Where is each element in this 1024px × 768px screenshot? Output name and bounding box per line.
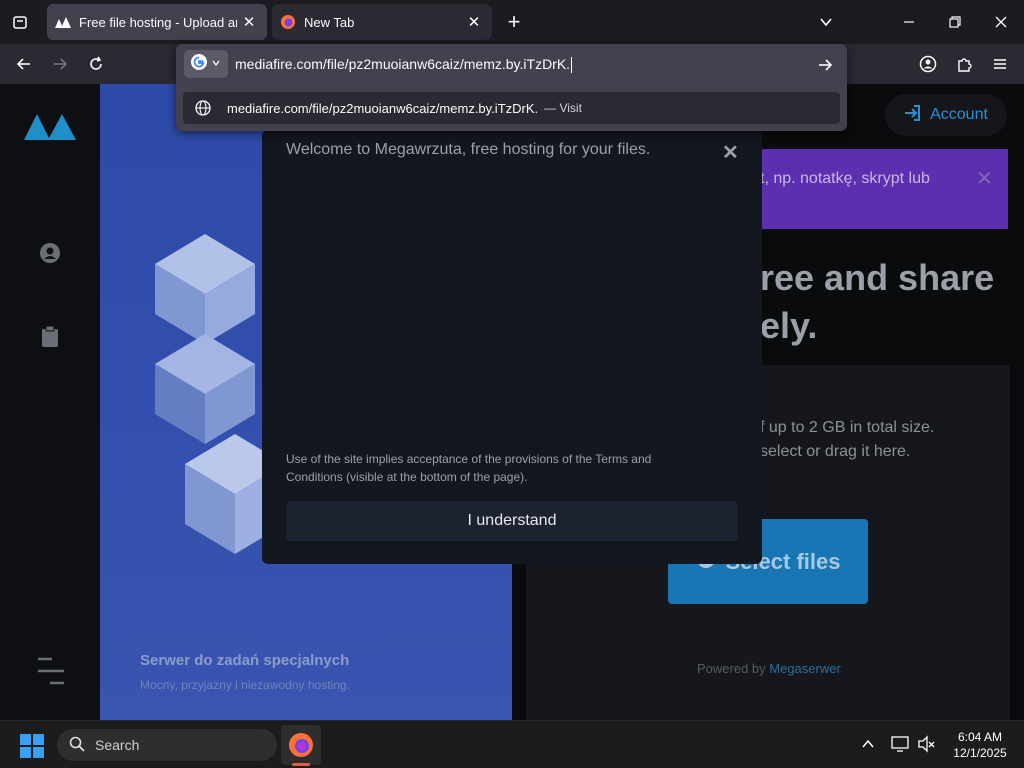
url-suggestion-row[interactable]: mediafire.com/file/pz2muoianw6caiz/memz.… [183,92,840,124]
side-navigation [0,84,100,720]
banner-text: t, np. notatkę, skrypt lub [760,170,930,187]
volume-muted-icon[interactable] [917,735,935,758]
login-icon [904,104,921,126]
i-understand-button[interactable]: I understand [286,501,738,541]
reload-icon[interactable] [80,48,112,80]
tab-title: Free file hosting - Upload and s [79,14,237,30]
search-icon [69,736,85,755]
browser-titlebar: Free file hosting - Upload and s ✕ New T… [0,0,1024,44]
search-engine-button[interactable] [184,50,228,78]
clipboard-icon[interactable] [41,325,59,353]
welcome-modal: Welcome to Megawrzuta, free hosting for … [262,130,762,564]
new-tab-button[interactable]: + [498,6,530,38]
chevron-up-icon[interactable] [861,737,875,756]
modal-terms-text: Use of the site implies acceptance of th… [286,452,652,484]
headline-line-2: ely. [760,305,818,346]
menu-icon[interactable] [984,48,1016,80]
menu-lines-icon[interactable] [36,656,66,691]
upload-instructions: f up to 2 GB in total size. select or dr… [760,416,934,464]
clock-time: 6:04 AM [957,730,1003,744]
chevron-down-icon [211,55,221,73]
megawrzuta-logo-icon[interactable] [24,112,78,145]
go-arrow-icon[interactable] [812,52,838,78]
system-clock[interactable]: 6:04 AM 12/1/2025 [940,729,1020,761]
windows-start-icon[interactable] [20,734,44,763]
user-icon[interactable] [40,243,60,268]
modal-close-icon[interactable]: ✕ [722,140,739,165]
panel-title: Serwer do zadań specjalnych [140,652,350,669]
megawrzuta-favicon [55,14,71,30]
hero-headline: ree and share ely. [760,254,994,350]
extensions-icon[interactable] [948,48,980,80]
megaserwer-link[interactable]: Megaserwer [769,661,841,676]
restore-button[interactable] [939,6,971,38]
tab-list-icon[interactable] [4,6,36,38]
web-page: Serwer do zadań specjalnych Mocny, przyj… [0,84,1024,720]
globe-icon [195,100,211,116]
powered-by: Powered by Megaserwer [697,661,841,676]
active-app-indicator [292,763,310,766]
headline-line-1: ree and share [760,257,995,298]
search-label: Search [95,737,140,753]
tab-free-file-hosting[interactable]: Free file hosting - Upload and s ✕ [47,4,267,40]
close-window-button[interactable] [985,6,1017,38]
chevron-down-icon[interactable] [810,6,842,38]
tab-title: New Tab [304,14,355,30]
forward-icon[interactable] [44,48,76,80]
firefox-taskbar-icon[interactable] [281,725,321,765]
minimize-button[interactable] [893,6,925,38]
info-banner [740,149,1008,229]
windows-taskbar: Search 6:04 AM 12/1/2025 [0,720,1024,768]
account-icon[interactable] [912,48,944,80]
google-icon [191,53,207,75]
address-bar-dropdown: mediafire.com/file/pz2muoianw6caiz/memz.… [176,44,847,131]
close-tab-icon[interactable]: ✕ [237,10,261,34]
suggestion-action: — Visit [544,101,582,115]
clock-date: 12/1/2025 [953,746,1007,760]
back-icon[interactable] [8,48,40,80]
network-icon[interactable] [891,735,909,758]
powered-prefix: Powered by [697,661,770,676]
panel-subtitle: Mocny, przyjazny i niezawodny hosting. [140,678,350,692]
close-tab-icon[interactable]: ✕ [462,10,486,34]
banner-close-icon[interactable]: ✕ [976,166,993,191]
account-button[interactable]: Account [885,94,1007,136]
url-value: mediafire.com/file/pz2muoianw6caiz/memz.… [235,56,571,72]
text-caret [571,57,573,74]
account-label: Account [930,106,988,123]
firefox-favicon [280,14,296,30]
upload-text-line-1: f up to 2 GB in total size. [760,419,935,436]
upload-text-line-2: select or drag it here. [760,443,911,460]
suggestion-url: mediafire.com/file/pz2muoianw6caiz/memz.… [227,100,539,116]
url-input[interactable]: mediafire.com/file/pz2muoianw6caiz/memz.… [235,56,573,74]
address-bar[interactable]: mediafire.com/file/pz2muoianw6caiz/memz.… [176,44,847,84]
modal-title: Welcome to Megawrzuta, free hosting for … [286,141,651,158]
taskbar-search[interactable]: Search [57,729,277,761]
tab-new-tab[interactable]: New Tab ✕ [272,4,492,40]
